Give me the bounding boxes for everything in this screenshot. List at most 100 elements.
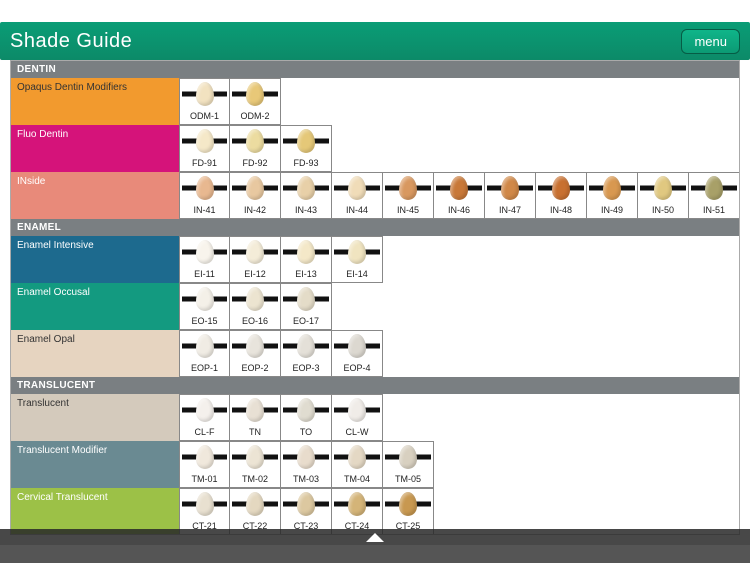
shade-egg-icon — [399, 445, 417, 469]
shade-swatch[interactable]: EOP-2 — [230, 330, 281, 377]
swatch-code: FD-93 — [293, 156, 318, 171]
swatch-code: CL-W — [346, 425, 369, 440]
shade-swatch[interactable]: FD-91 — [179, 125, 230, 172]
shade-swatch[interactable]: CT-22 — [230, 488, 281, 535]
shade-swatch[interactable]: TM-03 — [281, 441, 332, 488]
shade-egg-icon — [196, 129, 214, 153]
shade-egg-icon — [705, 176, 723, 200]
shade-swatch[interactable]: CT-25 — [383, 488, 434, 535]
swatch-code: TM-04 — [344, 472, 370, 487]
shade-swatch[interactable]: EOP-1 — [179, 330, 230, 377]
swatch-preview — [230, 284, 280, 314]
drawer-handle[interactable] — [0, 529, 750, 545]
shade-swatch[interactable]: IN-47 — [485, 172, 536, 219]
shade-swatch[interactable]: ODM-1 — [179, 78, 230, 125]
row-label: Fluo Dentin — [11, 125, 179, 172]
shade-egg-icon — [399, 492, 417, 516]
shade-swatch[interactable]: IN-46 — [434, 172, 485, 219]
shade-swatch[interactable]: EI-13 — [281, 236, 332, 283]
swatch-preview — [383, 173, 433, 203]
swatch-code: IN-48 — [550, 203, 572, 218]
shade-row: Enamel Intensive EI-11 EI-12EI-13 EI-14 — [11, 236, 739, 283]
shade-egg-icon — [348, 445, 366, 469]
row-label: Enamel Intensive — [11, 236, 179, 283]
shade-egg-icon — [297, 129, 315, 153]
shade-swatch[interactable]: EI-14 — [332, 236, 383, 283]
swatch-list: ODM-1ODM-2 — [179, 78, 281, 125]
shade-swatch[interactable]: IN-48 — [536, 172, 587, 219]
swatch-code: IN-41 — [193, 203, 215, 218]
swatch-code: IN-46 — [448, 203, 470, 218]
swatch-code: CL-F — [195, 425, 215, 440]
swatch-list: CL-F TNTO CL-W — [179, 394, 383, 441]
shade-swatch[interactable]: FD-92 — [230, 125, 281, 172]
shade-swatch[interactable]: TM-04 — [332, 441, 383, 488]
shade-swatch[interactable]: IN-43 — [281, 172, 332, 219]
swatch-preview — [281, 489, 331, 519]
swatch-code: EI-14 — [346, 267, 368, 282]
menu-button[interactable]: menu — [681, 29, 740, 54]
shade-swatch[interactable]: TM-05 — [383, 441, 434, 488]
shade-swatch[interactable]: CT-24 — [332, 488, 383, 535]
shade-swatch[interactable]: IN-41 — [179, 172, 230, 219]
swatch-list: CT-21CT-22CT-23CT-24CT-25 — [179, 488, 434, 535]
shade-swatch[interactable]: CL-W — [332, 394, 383, 441]
shade-egg-icon — [196, 334, 214, 358]
shade-swatch[interactable]: TM-01 — [179, 441, 230, 488]
shade-grid: DENTINOpaqus Dentin ModifiersODM-1ODM-2F… — [10, 60, 740, 535]
shade-row: Opaqus Dentin ModifiersODM-1ODM-2 — [11, 78, 739, 125]
shade-egg-icon — [246, 287, 264, 311]
shade-swatch[interactable]: EI-11 — [179, 236, 230, 283]
shade-swatch[interactable]: IN-42 — [230, 172, 281, 219]
shade-swatch[interactable]: TO — [281, 394, 332, 441]
swatch-code: IN-47 — [499, 203, 521, 218]
shade-swatch[interactable]: FD-93 — [281, 125, 332, 172]
swatch-preview — [230, 173, 280, 203]
swatch-code: EO-16 — [242, 314, 268, 329]
shade-swatch[interactable]: EI-12 — [230, 236, 281, 283]
shade-egg-icon — [399, 176, 417, 200]
swatch-code: TM-03 — [293, 472, 319, 487]
shade-swatch[interactable]: EO-16 — [230, 283, 281, 330]
shade-egg-icon — [552, 176, 570, 200]
shade-egg-icon — [297, 287, 315, 311]
shade-swatch[interactable]: ODM-2 — [230, 78, 281, 125]
swatch-code: IN-51 — [703, 203, 725, 218]
shade-swatch[interactable]: IN-50 — [638, 172, 689, 219]
swatch-preview — [281, 442, 331, 472]
shade-egg-icon — [246, 334, 264, 358]
shade-swatch[interactable]: IN-51 — [689, 172, 740, 219]
shade-swatch[interactable]: TN — [230, 394, 281, 441]
shade-swatch[interactable]: CT-21 — [179, 488, 230, 535]
shade-egg-icon — [297, 240, 315, 264]
swatch-preview — [180, 126, 229, 156]
swatch-list: EI-11 EI-12EI-13 EI-14 — [179, 236, 383, 283]
swatch-preview — [230, 79, 280, 109]
shade-swatch[interactable]: EOP-3 — [281, 330, 332, 377]
shade-swatch[interactable]: EOP-4 — [332, 330, 383, 377]
shade-swatch[interactable]: CT-23 — [281, 488, 332, 535]
swatch-code: EI-11 — [194, 267, 215, 282]
swatch-preview — [281, 126, 331, 156]
section-header: DENTIN — [11, 61, 739, 78]
shade-swatch[interactable]: IN-44 — [332, 172, 383, 219]
shade-egg-icon — [450, 176, 468, 200]
shade-egg-icon — [603, 176, 621, 200]
shade-swatch[interactable]: IN-45 — [383, 172, 434, 219]
header-bar: Shade Guide menu — [0, 22, 750, 60]
row-label: INside — [11, 172, 179, 219]
shade-row: Enamel OccusalEO-15EO-16EO-17 — [11, 283, 739, 330]
swatch-code: TM-02 — [242, 472, 268, 487]
shade-swatch[interactable]: TM-02 — [230, 441, 281, 488]
swatch-preview — [230, 237, 280, 267]
shade-swatch[interactable]: EO-15 — [179, 283, 230, 330]
swatch-preview — [180, 284, 229, 314]
swatch-preview — [383, 442, 433, 472]
row-label: Translucent Modifier — [11, 441, 179, 488]
shade-egg-icon — [246, 82, 264, 106]
app-screen: Shade Guide menu DENTINOpaqus Dentin Mod… — [0, 0, 750, 563]
shade-swatch[interactable]: IN-49 — [587, 172, 638, 219]
swatch-code: FD-91 — [192, 156, 217, 171]
shade-swatch[interactable]: EO-17 — [281, 283, 332, 330]
shade-swatch[interactable]: CL-F — [179, 394, 230, 441]
